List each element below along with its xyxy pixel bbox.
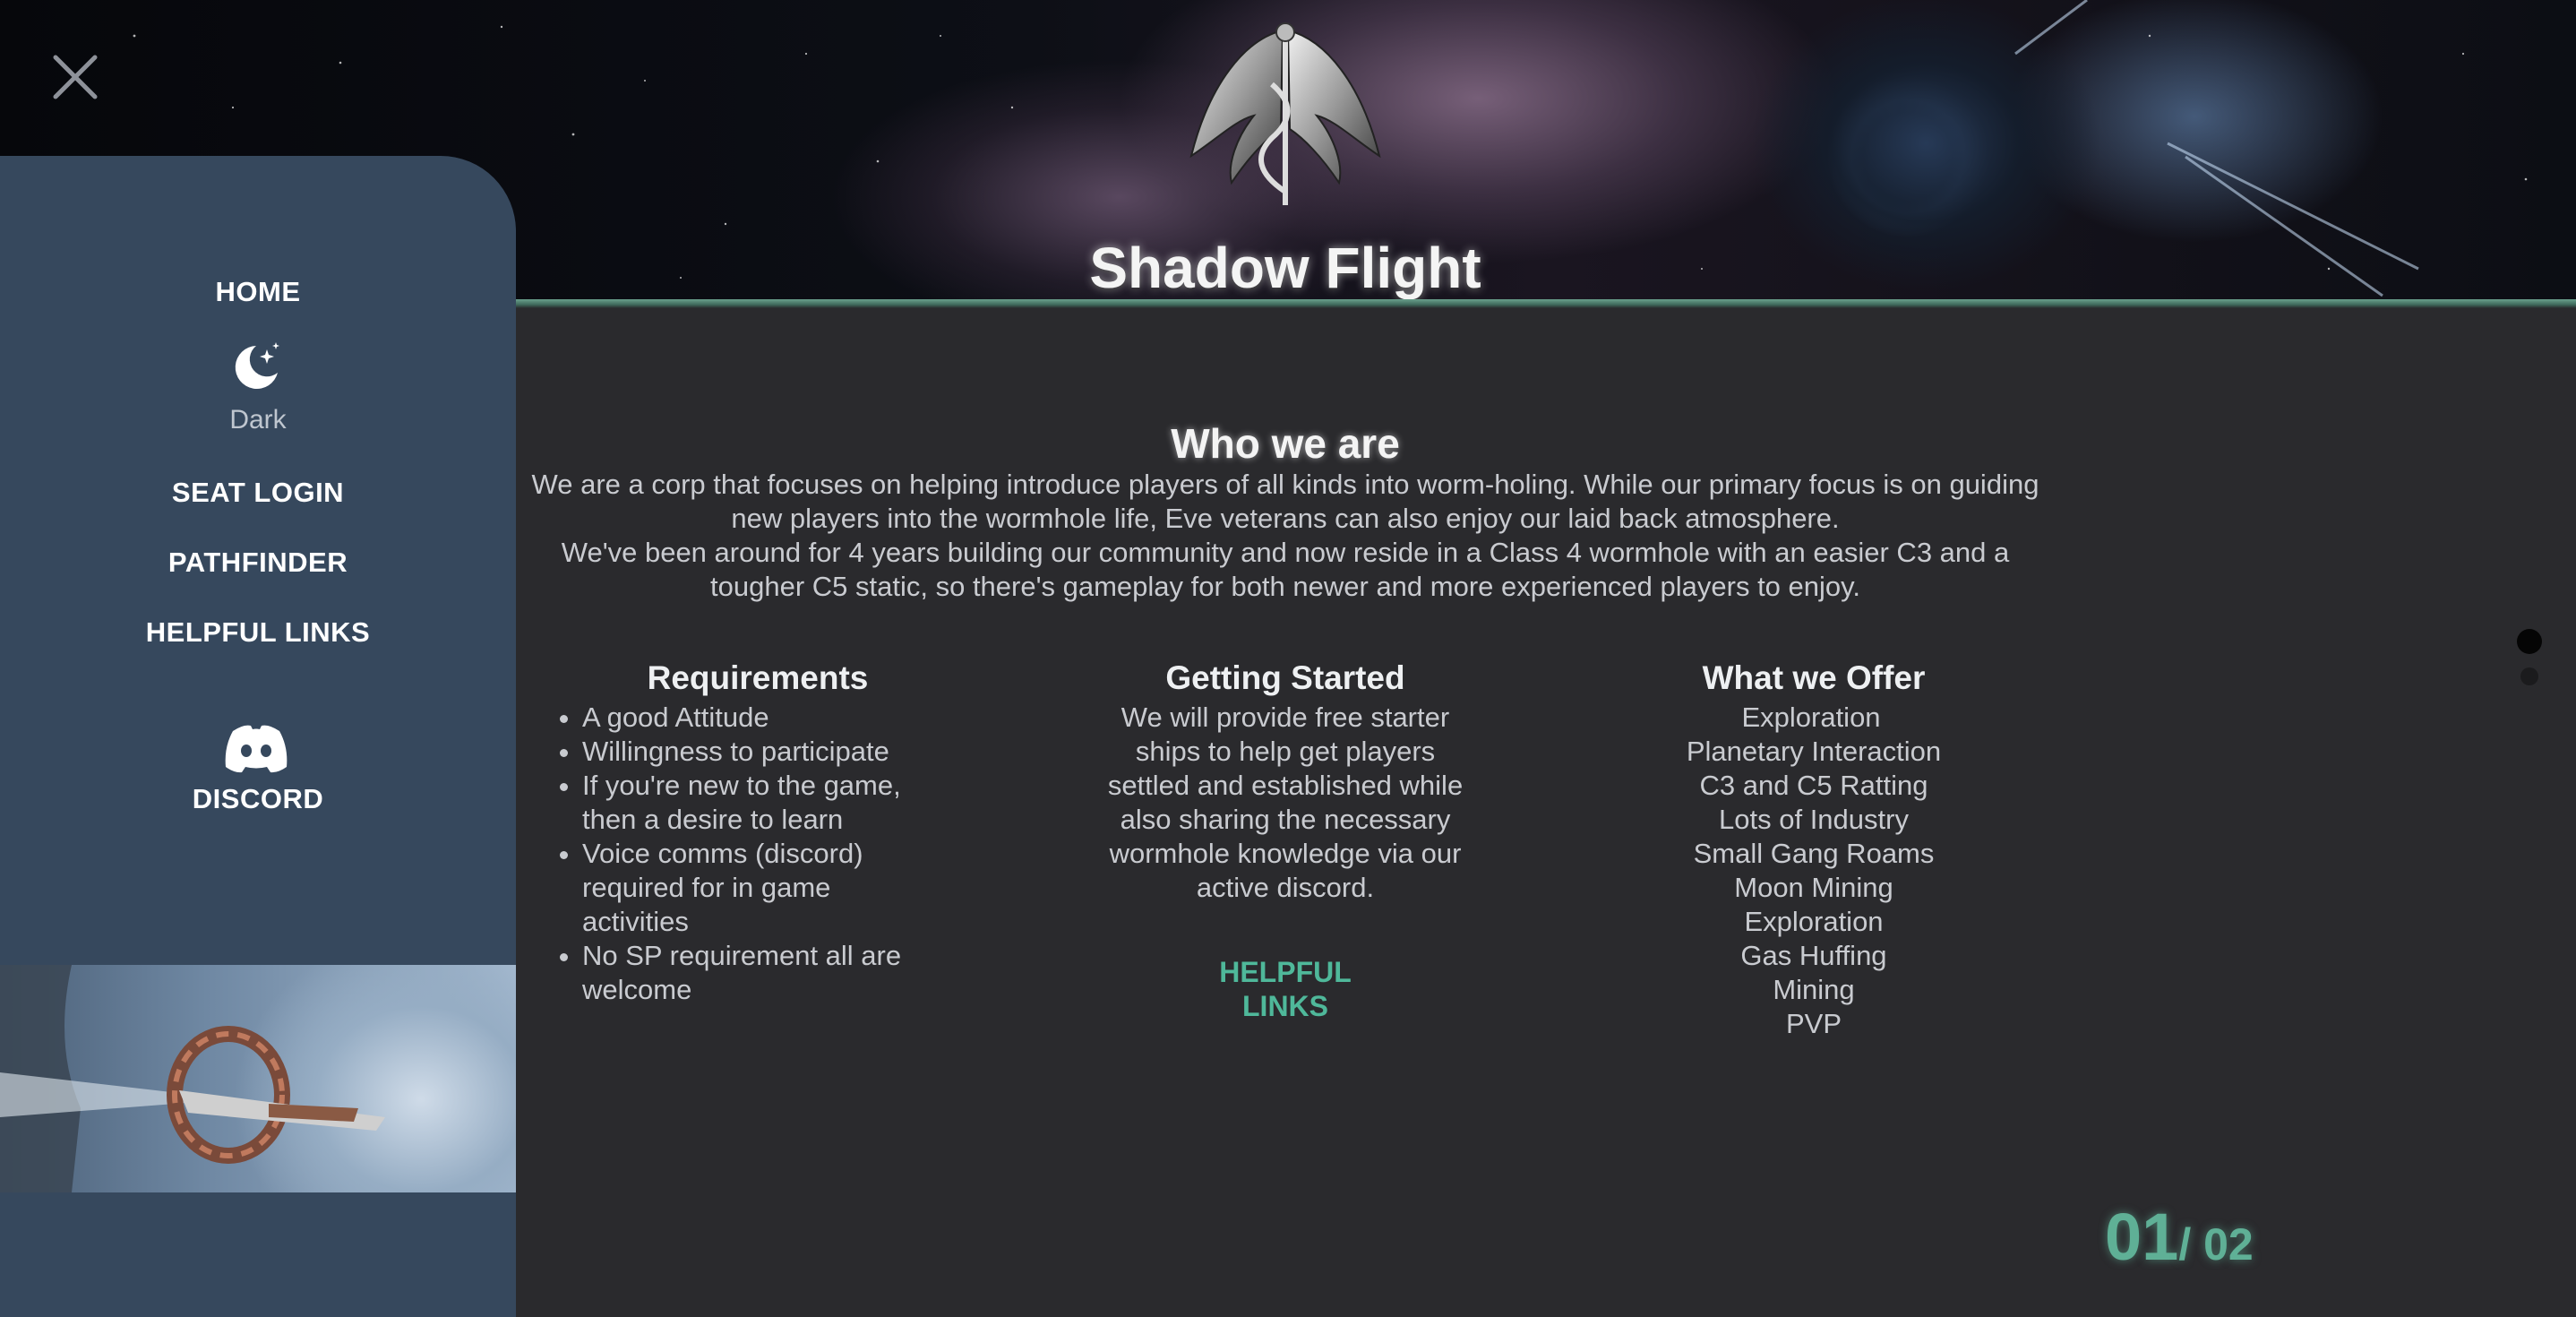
list-item: Moon Mining <box>1734 872 1893 903</box>
nav-helpful-links[interactable]: HELPFUL LINKS <box>0 616 516 649</box>
offer-list: Exploration Planetary Interaction C3 and… <box>1639 701 1988 1041</box>
list-item: Lots of Industry <box>1719 804 1909 835</box>
requirements-list: A good Attitude Willingness to participa… <box>555 701 976 1007</box>
total-pages: / 02 <box>2178 1219 2254 1270</box>
corp-emblem-icon <box>1189 22 1381 205</box>
list-item: If you're new to the game, then a desire… <box>582 769 940 837</box>
intro-paragraph: We are a corp that focuses on helping in… <box>531 469 2039 534</box>
ship-illustration <box>0 965 385 1192</box>
list-item: A good Attitude <box>582 701 976 735</box>
requirements-title: Requirements <box>647 659 869 696</box>
list-item: Gas Huffing <box>1740 940 1887 971</box>
intro-paragraph: We've been around for 4 years building o… <box>561 537 2010 602</box>
nav-pathfinder[interactable]: PATHFINDER <box>0 547 516 579</box>
list-item: Small Gang Roams <box>1693 838 1935 869</box>
site-title: Shadow Flight <box>1089 236 1481 300</box>
ship-image <box>0 965 516 1192</box>
page-dot-2[interactable] <box>2520 667 2538 685</box>
discord-icon[interactable] <box>224 722 288 774</box>
close-icon[interactable] <box>48 50 102 104</box>
theme-toggle-label[interactable]: Dark <box>0 405 516 435</box>
moon-stars-icon[interactable] <box>229 340 283 394</box>
list-item: PVP <box>1785 1008 1842 1039</box>
getting-started-text: We will provide free starter ships to he… <box>1107 702 1464 903</box>
sidebar-menu: HOME Dark SEAT LOGIN PATHFINDER HELPFUL … <box>0 156 516 1317</box>
offer-title: What we Offer <box>1702 659 1926 696</box>
list-item: Exploration <box>1741 702 1881 733</box>
intro-text: We are a corp that focuses on helping in… <box>516 468 2055 604</box>
list-item: Mining <box>1773 974 1855 1005</box>
current-page: 01 <box>2105 1200 2179 1274</box>
list-item: Planetary Interaction <box>1686 736 1942 767</box>
helpful-links-link[interactable]: HELPFUL LINKS <box>1191 955 1379 1023</box>
list-item: No SP requirement all are welcome <box>582 939 940 1007</box>
nav-home[interactable]: HOME <box>0 276 516 308</box>
getting-started-title: Getting Started <box>1165 659 1405 696</box>
page-dot-1[interactable] <box>2517 629 2542 654</box>
who-we-are-title: Who we are <box>1171 420 1400 467</box>
list-item: Willingness to participate <box>582 735 976 769</box>
nav-seat-login[interactable]: SEAT LOGIN <box>0 477 516 509</box>
nav-discord[interactable]: DISCORD <box>0 783 516 815</box>
list-item: C3 and C5 Ratting <box>1699 770 1928 801</box>
banner-divider <box>516 299 2576 308</box>
list-item: Voice comms (discord) required for in ga… <box>582 837 905 939</box>
list-item: Exploration <box>1744 906 1884 937</box>
page-counter: 01/ 02 <box>2105 1199 2284 1275</box>
